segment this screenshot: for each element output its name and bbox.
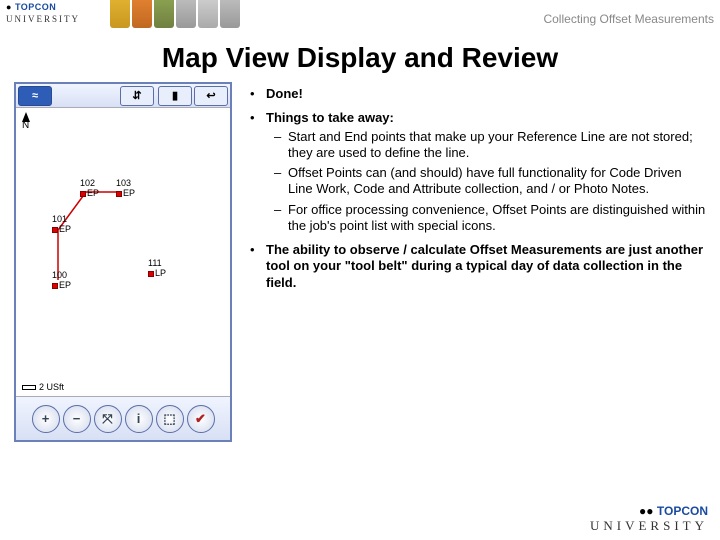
confirm-button[interactable]: ✔ bbox=[187, 405, 215, 433]
page-title: Map View Display and Review bbox=[0, 42, 720, 74]
tab-decor-icon bbox=[154, 0, 174, 28]
tab-decor-icon bbox=[198, 0, 218, 28]
info-button[interactable]: i bbox=[125, 405, 153, 433]
slide-header: ● TOPCON UNIVERSITY Collecting Offset Me… bbox=[0, 0, 720, 36]
point-103[interactable]: 103EP bbox=[116, 178, 135, 198]
device-screenshot: ≈ ⇵ ▮ ↩ N 102EP 103EP 101EP 100EP 111LP … bbox=[14, 82, 232, 442]
content-row: ≈ ⇵ ▮ ↩ N 102EP 103EP 101EP 100EP 111LP … bbox=[0, 74, 720, 442]
scale-bar: 2 USft bbox=[22, 382, 64, 392]
bullet-1: Done! bbox=[244, 86, 706, 102]
point-100[interactable]: 100EP bbox=[52, 270, 71, 290]
back-button[interactable]: ↩ bbox=[194, 86, 228, 106]
sub-bullet-2: Offset Points can (and should) have full… bbox=[266, 165, 706, 198]
brand-top-left: ● TOPCON bbox=[6, 2, 56, 12]
tab-decor-icon bbox=[220, 0, 240, 28]
battery-icon[interactable]: ▮ bbox=[158, 86, 192, 106]
tab-decor-icon bbox=[176, 0, 196, 28]
zoom-fit-button[interactable]: ⤧ bbox=[94, 405, 122, 433]
line-work bbox=[18, 110, 228, 394]
zoom-out-button[interactable]: − bbox=[63, 405, 91, 433]
device-toolbar: + − ⤧ i ⬚ ✔ bbox=[16, 396, 230, 440]
section-label: Collecting Offset Measurements bbox=[543, 12, 714, 26]
device-topbar: ≈ ⇵ ▮ ↩ bbox=[16, 84, 230, 108]
sub-bullet-3: For office processing convenience, Offse… bbox=[266, 202, 706, 235]
app-logo-icon[interactable]: ≈ bbox=[18, 86, 52, 106]
point-101[interactable]: 101EP bbox=[52, 214, 71, 234]
footer-logo: ●● TOPCON UNIVERSITY bbox=[590, 504, 708, 534]
tab-decor-icon bbox=[132, 0, 152, 28]
map-canvas[interactable]: N 102EP 103EP 101EP 100EP 111LP bbox=[18, 110, 228, 394]
brand-sub-top-left: UNIVERSITY bbox=[6, 14, 80, 24]
sub-bullet-1: Start and End points that make up your R… bbox=[266, 129, 706, 162]
header-tabs bbox=[110, 0, 240, 28]
bullet-list: Done! Things to take away: Start and End… bbox=[244, 82, 706, 442]
bullet-3: The ability to observe / calculate Offse… bbox=[244, 242, 706, 291]
layers-button[interactable]: ⬚ bbox=[156, 405, 184, 433]
point-111[interactable]: 111LP bbox=[148, 258, 166, 278]
point-102[interactable]: 102EP bbox=[80, 178, 99, 198]
sync-icon[interactable]: ⇵ bbox=[120, 86, 154, 106]
tab-decor-icon bbox=[110, 0, 130, 28]
bullet-2: Things to take away: Start and End point… bbox=[244, 110, 706, 234]
zoom-in-button[interactable]: + bbox=[32, 405, 60, 433]
